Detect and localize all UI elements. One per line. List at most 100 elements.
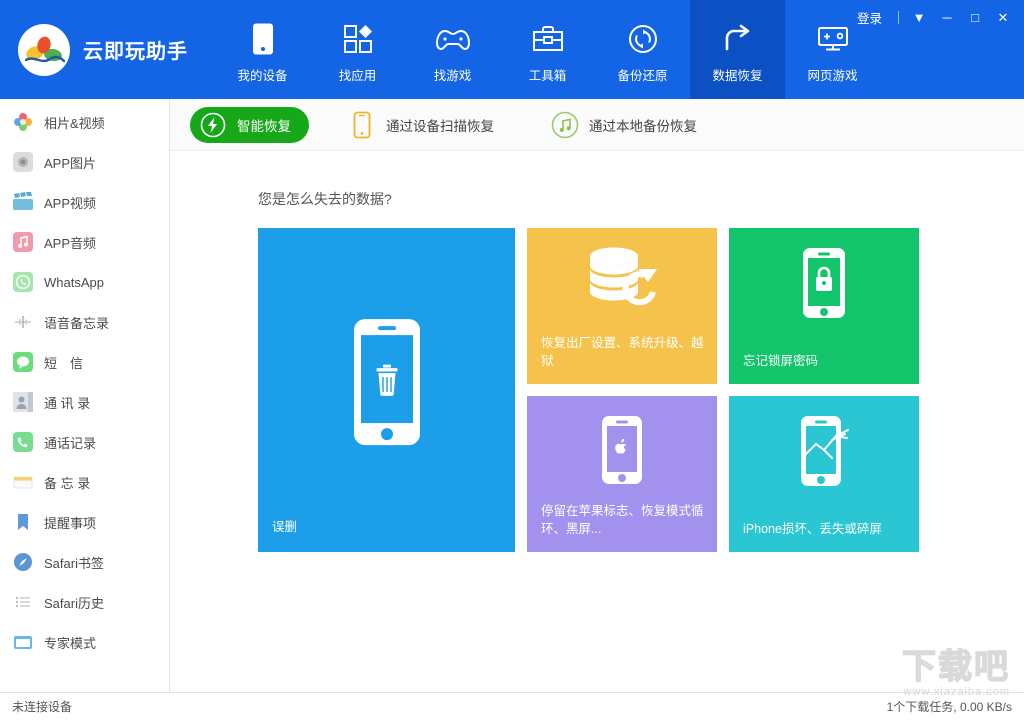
music-note-circle-icon xyxy=(551,111,579,139)
lightning-bolt-icon xyxy=(199,111,227,139)
nav-label: 找游戏 xyxy=(434,65,472,84)
tab-label: 智能恢复 xyxy=(237,115,291,135)
nav-label: 工具箱 xyxy=(529,65,567,84)
close-button[interactable]: ✕ xyxy=(990,7,1016,29)
tile-stuck-apple-logo[interactable]: 停留在苹果标志、恢复模式循环、黑屏... xyxy=(527,396,717,552)
content-area: 智能恢复 通过设备扫描恢复 xyxy=(170,99,1024,692)
sidebar-item-label: 短 信 xyxy=(44,353,83,372)
minimize-button[interactable]: ─ xyxy=(934,7,960,29)
nav-label: 我的设备 xyxy=(237,65,287,84)
phone-icon xyxy=(250,19,276,59)
expert-mode-folder-icon xyxy=(12,631,34,653)
nav-item-find-games[interactable]: 找游戏 xyxy=(405,0,500,99)
application-window: 云即玩助手 我的设备 xyxy=(0,0,1024,720)
tile-label: 忘记锁屏密码 xyxy=(743,352,907,370)
sync-circle-icon xyxy=(628,19,658,59)
tile-accidental-deletion[interactable]: 误删 xyxy=(258,228,515,552)
phone-cracked-icon xyxy=(729,414,919,488)
safari-compass-icon xyxy=(12,551,34,573)
sidebar-item-label: APP视频 xyxy=(44,193,96,212)
app-header: 云即玩助手 我的设备 xyxy=(0,0,1024,99)
sidebar-item-contacts[interactable]: 通 讯 录 xyxy=(0,382,169,422)
sidebar-item-label: APP音频 xyxy=(44,233,96,252)
app-audio-note-icon xyxy=(12,231,34,253)
sidebar-item-label: Safari书签 xyxy=(44,553,104,572)
dropdown-menu-button[interactable]: ▼ xyxy=(906,7,932,29)
tile-label: 停留在苹果标志、恢复模式循环、黑屏... xyxy=(541,502,705,538)
nav-item-find-apps[interactable]: 找应用 xyxy=(310,0,405,99)
sidebar-item-app-audio[interactable]: APP音频 xyxy=(0,222,169,262)
phone-apple-logo-icon xyxy=(527,414,717,486)
sidebar-item-whatsapp[interactable]: WhatsApp xyxy=(0,262,169,302)
nav-item-toolbox[interactable]: 工具箱 xyxy=(500,0,595,99)
nav-label: 备份还原 xyxy=(617,65,667,84)
call-history-phone-icon xyxy=(12,431,34,453)
phone-lock-icon xyxy=(729,246,919,320)
tile-label: 误删 xyxy=(272,518,503,536)
tab-label: 通过本地备份恢复 xyxy=(589,115,697,135)
sidebar: 相片&视频 APP图片 xyxy=(0,99,170,692)
sidebar-item-expert-mode[interactable]: 专家模式 xyxy=(0,622,169,662)
nav-item-backup-restore[interactable]: 备份还原 xyxy=(595,0,690,99)
voice-memo-waveform-icon xyxy=(12,311,34,333)
tile-damaged-lost-broken[interactable]: iPhone损坏、丢失或碎屏 xyxy=(729,396,919,552)
nav-item-data-recovery[interactable]: 数据恢复 xyxy=(690,0,785,99)
login-button[interactable]: 登录 xyxy=(848,5,891,30)
tile-factory-reset[interactable]: 恢复出厂设置、系统升级、越狱 xyxy=(527,228,717,384)
tab-local-backup-recovery[interactable]: 通过本地备份恢复 xyxy=(542,107,715,143)
sidebar-item-app-images[interactable]: APP图片 xyxy=(0,142,169,182)
tiles-row-bottom: 停留在苹果标志、恢复模式循环、黑屏... xyxy=(527,396,919,552)
nav-item-my-device[interactable]: 我的设备 xyxy=(215,0,310,99)
sidebar-item-sms[interactable]: 短 信 xyxy=(0,342,169,382)
recovery-tabbar: 智能恢复 通过设备扫描恢复 xyxy=(170,99,1024,151)
nav-label: 网页游戏 xyxy=(807,65,857,84)
sidebar-item-label: 通话记录 xyxy=(44,433,96,452)
brand: 云即玩助手 xyxy=(0,0,215,99)
tiles-row-top: 恢复出厂设置、系统升级、越狱 xyxy=(527,228,919,384)
page-title: 您是怎么失去的数据? xyxy=(258,189,1024,209)
sidebar-item-label: Safari历史 xyxy=(44,593,104,612)
cloud-play-logo-icon xyxy=(18,24,70,76)
safari-history-list-icon xyxy=(12,591,34,613)
toolbox-icon xyxy=(532,19,564,59)
sidebar-item-label: 通 讯 录 xyxy=(44,393,90,412)
apps-grid-icon xyxy=(343,19,373,59)
tile-forgot-passcode[interactable]: 忘记锁屏密码 xyxy=(729,228,919,384)
maximize-button[interactable]: □ xyxy=(962,7,988,29)
sidebar-item-safari-bookmarks[interactable]: Safari书签 xyxy=(0,542,169,582)
sidebar-item-voice-memos[interactable]: 语音备忘录 xyxy=(0,302,169,342)
tab-smart-recovery[interactable]: 智能恢复 xyxy=(190,107,309,143)
notes-icon xyxy=(12,471,34,493)
sidebar-item-notes[interactable]: 备 忘 录 xyxy=(0,462,169,502)
app-image-icon xyxy=(12,151,34,173)
sidebar-item-photos-videos[interactable]: 相片&视频 xyxy=(0,102,169,142)
photos-flower-icon xyxy=(12,111,34,133)
reminders-bookmark-icon xyxy=(12,511,34,533)
sidebar-item-label: 语音备忘录 xyxy=(44,313,109,332)
redo-arrow-icon xyxy=(721,19,755,59)
scenario-tiles: 误删 xyxy=(258,228,1024,552)
sidebar-item-label: APP图片 xyxy=(44,153,96,172)
sms-bubble-icon xyxy=(12,351,34,373)
contacts-person-icon xyxy=(12,391,34,413)
main-panel: 您是怎么失去的数据? xyxy=(170,151,1024,692)
tile-label: iPhone损坏、丢失或碎屏 xyxy=(743,520,907,538)
brand-name: 云即玩助手 xyxy=(83,35,188,64)
phone-scan-icon xyxy=(348,111,376,139)
tab-device-scan-recovery[interactable]: 通过设备扫描恢复 xyxy=(339,107,512,143)
app-video-clapper-icon xyxy=(12,191,34,213)
database-refresh-icon xyxy=(527,246,717,314)
sidebar-item-label: WhatsApp xyxy=(44,275,104,290)
connection-status: 未连接设备 xyxy=(12,698,72,715)
sidebar-item-label: 备 忘 录 xyxy=(44,473,90,492)
sidebar-item-label: 专家模式 xyxy=(44,633,96,652)
primary-nav: 我的设备 找应用 xyxy=(215,0,880,99)
tab-label: 通过设备扫描恢复 xyxy=(386,115,494,135)
sidebar-item-app-videos[interactable]: APP视频 xyxy=(0,182,169,222)
body: 相片&视频 APP图片 xyxy=(0,99,1024,692)
sidebar-item-call-history[interactable]: 通话记录 xyxy=(0,422,169,462)
divider xyxy=(898,11,899,24)
phone-trash-icon xyxy=(352,317,422,452)
sidebar-item-safari-history[interactable]: Safari历史 xyxy=(0,582,169,622)
sidebar-item-reminders[interactable]: 提醒事项 xyxy=(0,502,169,542)
